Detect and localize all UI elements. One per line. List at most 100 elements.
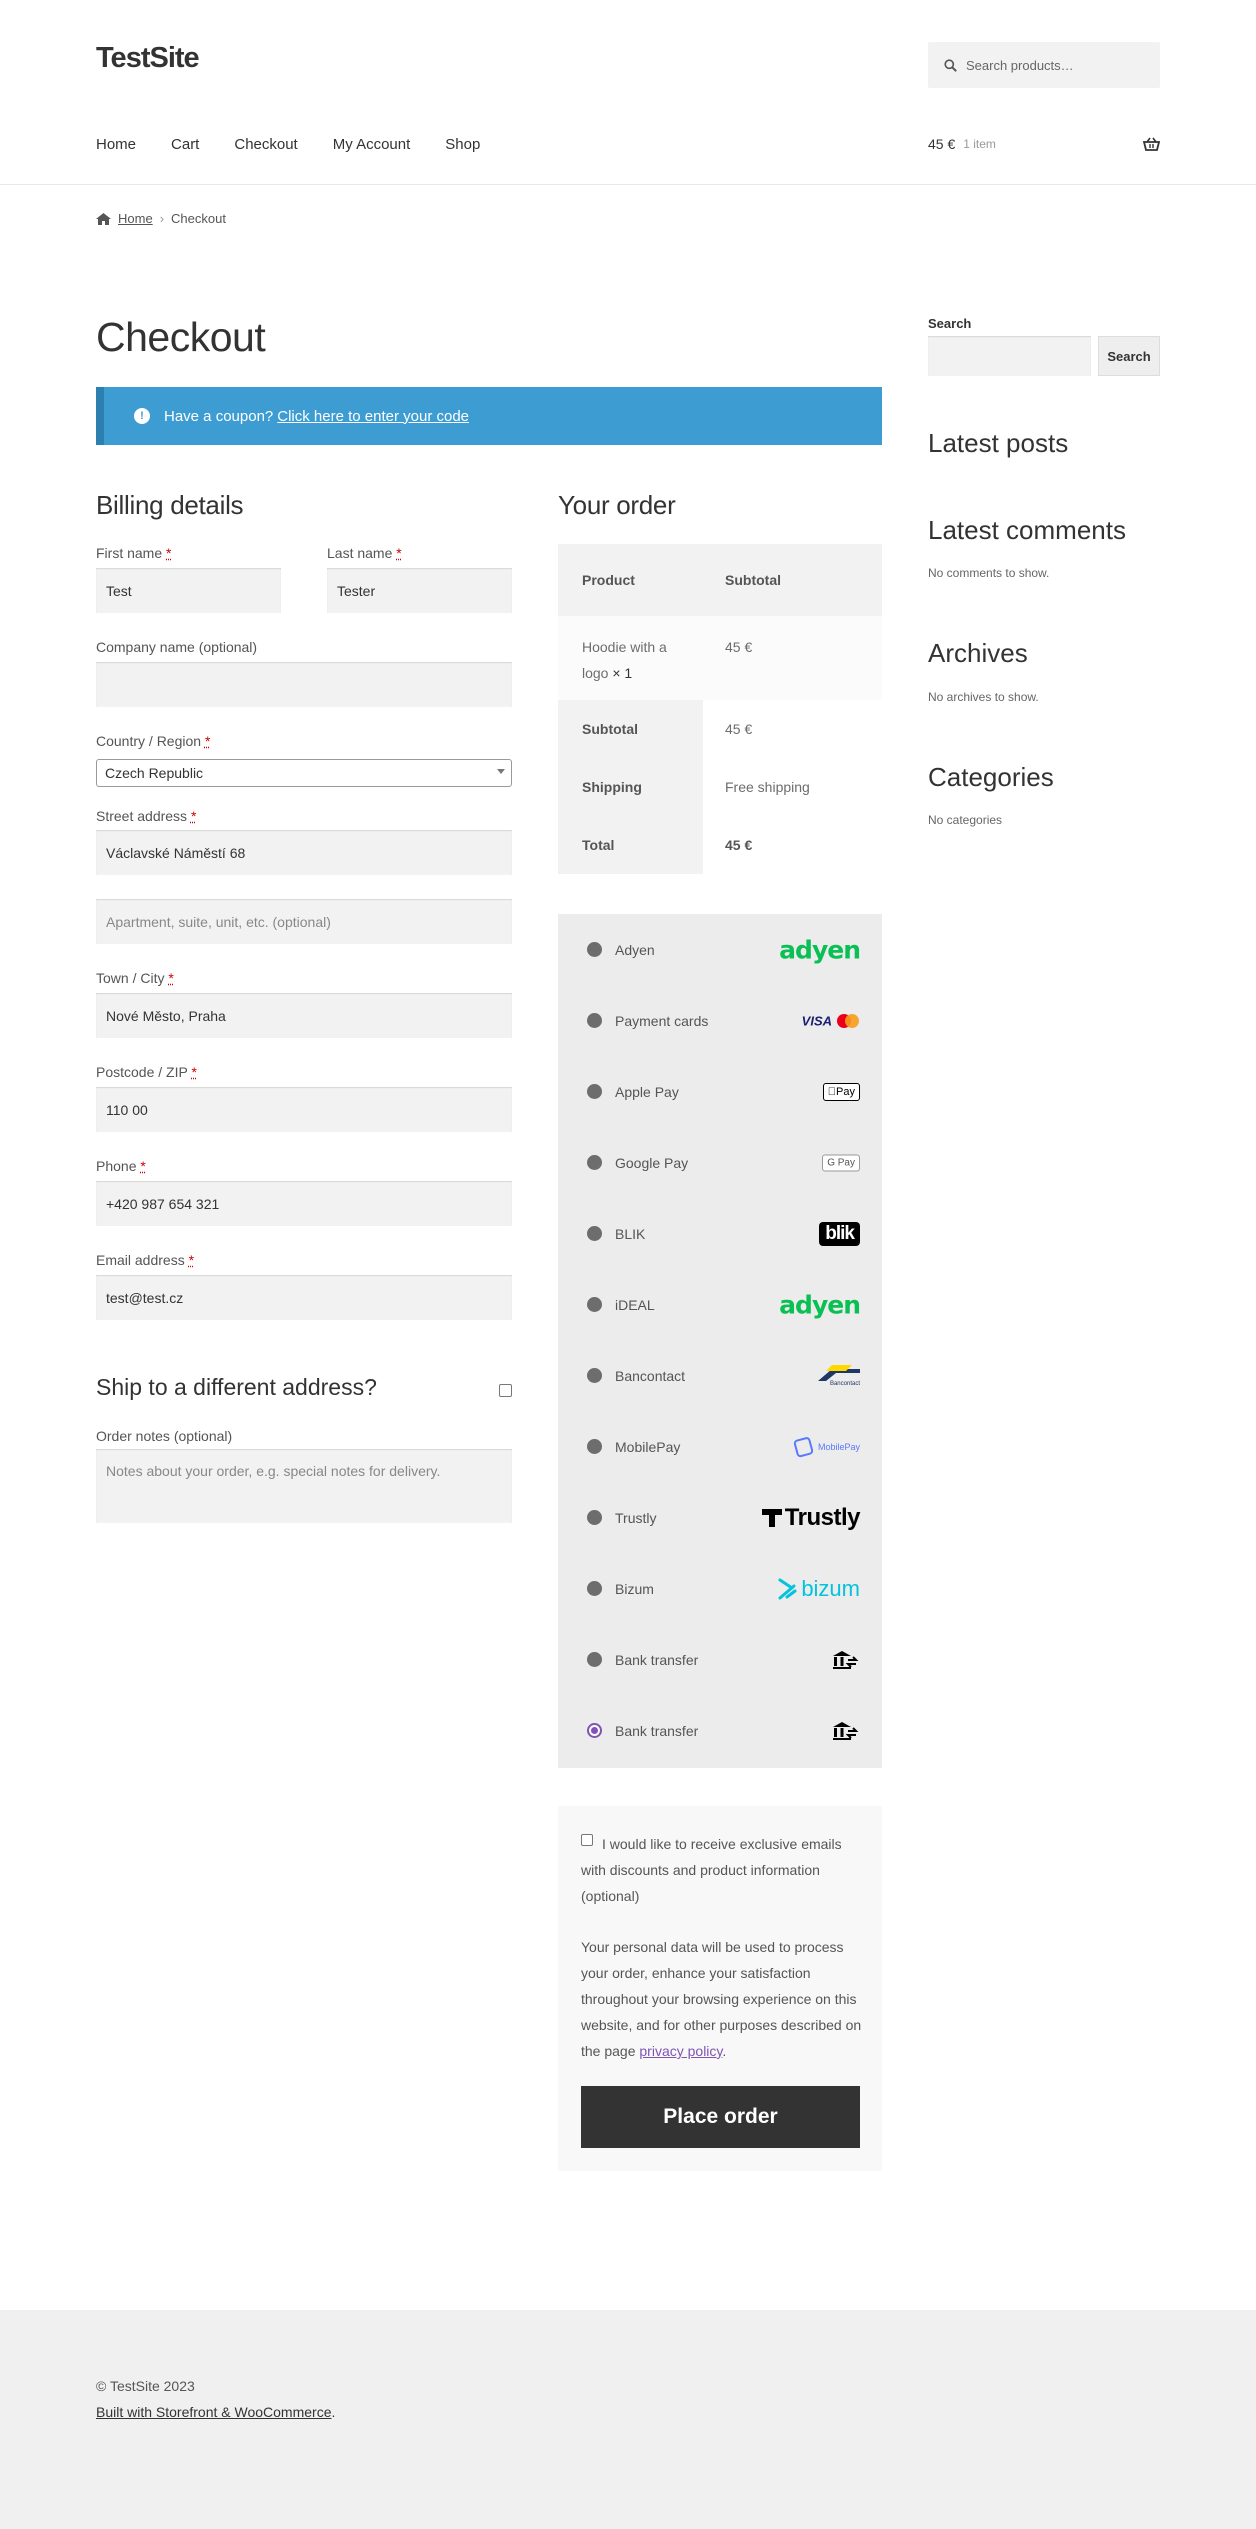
coupon-link[interactable]: Click here to enter your code xyxy=(277,408,469,425)
breadcrumb-home[interactable]: Home xyxy=(118,211,153,226)
radio[interactable] xyxy=(587,1084,602,1099)
privacy-text: Your personal data will be used to proce… xyxy=(581,1939,862,2059)
ship-different-checkbox[interactable] xyxy=(499,1384,512,1397)
postcode-field[interactable]: 110 00 xyxy=(96,1087,512,1132)
phone-label: Phone * xyxy=(96,1158,146,1174)
order-heading: Your order xyxy=(558,490,676,520)
basket-icon xyxy=(1143,137,1160,151)
radio[interactable] xyxy=(587,1155,602,1170)
radio[interactable] xyxy=(587,1439,602,1454)
sidebar-search-label: Search xyxy=(928,316,972,331)
payment-apple-pay[interactable]: Apple Pay Pay xyxy=(558,1056,882,1127)
info-icon: ! xyxy=(134,408,150,424)
latest-comments-heading: Latest comments xyxy=(928,515,1126,545)
categories-heading: Categories xyxy=(928,762,1054,792)
payment-trustly[interactable]: Trustly Trustly xyxy=(558,1482,882,1553)
city-label: Town / City * xyxy=(96,970,174,986)
site-title[interactable]: TestSite xyxy=(96,42,200,75)
no-comments-text: No comments to show. xyxy=(928,566,1050,580)
radio[interactable] xyxy=(587,1226,602,1241)
billing-heading: Billing details xyxy=(96,490,244,520)
breadcrumb-current: Checkout xyxy=(171,211,226,226)
payment-bank-transfer[interactable]: Bank transfer xyxy=(558,1624,882,1695)
payment-bank-transfer-selected[interactable]: Bank transfer xyxy=(558,1695,882,1766)
no-archives-text: No archives to show. xyxy=(928,690,1039,704)
google-pay-icon: G Pay xyxy=(822,1154,860,1171)
radio[interactable] xyxy=(587,1368,602,1383)
radio[interactable] xyxy=(587,1581,602,1596)
nav-item-home[interactable]: Home xyxy=(96,136,136,153)
table-row: Hoodie with a logo × 1 45 € xyxy=(558,616,882,700)
sidebar-search-input[interactable] xyxy=(928,336,1091,376)
nav-item-cart[interactable]: Cart xyxy=(171,136,199,153)
place-order-button[interactable]: Place order xyxy=(581,2086,860,2148)
page-title: Checkout xyxy=(96,314,266,360)
no-categories-text: No categories xyxy=(928,813,1003,827)
header-cart[interactable]: 45 € 1 item xyxy=(928,136,1160,152)
ship-different-heading: Ship to a different address? xyxy=(96,1374,377,1400)
nav-item-checkout[interactable]: Checkout xyxy=(234,136,297,153)
nav-item-shop[interactable]: Shop xyxy=(445,136,480,153)
privacy-policy-link[interactable]: privacy policy xyxy=(639,2043,722,2059)
product-search-input[interactable]: Search products… xyxy=(928,42,1160,88)
card-brands-icon: VISA xyxy=(802,1013,860,1028)
first-name-field[interactable]: Test xyxy=(96,568,281,613)
blik-icon: blik xyxy=(819,1221,860,1246)
company-field[interactable] xyxy=(96,662,512,707)
sidebar-search-button[interactable]: Search xyxy=(1098,336,1160,376)
header-divider xyxy=(0,184,1256,185)
order-notes-field[interactable]: Notes about your order, e.g. special not… xyxy=(96,1449,512,1523)
latest-posts-heading: Latest posts xyxy=(928,428,1069,458)
coupon-text: Have a coupon? xyxy=(164,407,274,425)
radio[interactable] xyxy=(587,1652,602,1667)
city-field[interactable]: Nové Město, Praha xyxy=(96,993,512,1038)
radio[interactable] xyxy=(587,942,602,957)
breadcrumb: Home › Checkout xyxy=(96,211,226,226)
coupon-notice: ! Have a coupon? Click here to enter you… xyxy=(96,387,882,445)
bank-icon xyxy=(832,1649,860,1671)
postcode-label: Postcode / ZIP * xyxy=(96,1064,197,1080)
cart-count: 1 item xyxy=(963,137,996,151)
item-name: Hoodie with a logo × 1 xyxy=(582,639,667,681)
country-select[interactable]: Czech Republic xyxy=(96,759,512,787)
trustly-icon: Trustly xyxy=(761,1504,861,1532)
apartment-field[interactable]: Apartment, suite, unit, etc. (optional) xyxy=(96,899,512,944)
payment-bancontact[interactable]: Bancontact Bancontact xyxy=(558,1340,882,1411)
street-field[interactable]: Václavské Náměstí 68 xyxy=(96,830,512,875)
street-label: Street address * xyxy=(96,808,197,824)
radio-selected[interactable] xyxy=(587,1723,602,1738)
payment-blik[interactable]: BLIK blik xyxy=(558,1198,882,1269)
cart-total: 45 € xyxy=(928,136,956,152)
footer-credit-link[interactable]: Built with Storefront & WooCommerce xyxy=(96,2404,332,2420)
payment-google-pay[interactable]: Google Pay G Pay xyxy=(558,1127,882,1198)
breadcrumb-separator: › xyxy=(159,211,165,226)
last-name-field[interactable]: Tester xyxy=(327,568,512,613)
radio[interactable] xyxy=(587,1013,602,1028)
email-label: Email address * xyxy=(96,1252,195,1268)
footer-credit: Built with Storefront & WooCommerce. xyxy=(96,2404,336,2420)
mobilepay-icon: MobilePay xyxy=(793,1436,860,1458)
newsletter-label: I would like to receive exclusive emails… xyxy=(581,1836,842,1904)
bank-icon xyxy=(832,1720,860,1742)
payment-cards[interactable]: Payment cards VISA xyxy=(558,985,882,1056)
payment-ideal[interactable]: iDEAL adyen xyxy=(558,1269,882,1340)
payment-methods: Adyen adyen Payment cards VISA Apple Pay… xyxy=(558,914,882,1768)
col-subtotal: Subtotal xyxy=(725,572,781,588)
col-product: Product xyxy=(582,572,635,588)
shipping-row: Shipping Free shipping xyxy=(558,758,882,816)
phone-field[interactable]: +420 987 654 321 xyxy=(96,1181,512,1226)
chevron-down-icon xyxy=(497,769,505,774)
radio[interactable] xyxy=(587,1297,602,1312)
bancontact-icon: Bancontact xyxy=(818,1364,860,1387)
radio[interactable] xyxy=(587,1510,602,1525)
payment-adyen[interactable]: Adyen adyen xyxy=(558,914,882,985)
country-label: Country / Region * xyxy=(96,733,211,749)
nav-item-my-account[interactable]: My Account xyxy=(333,136,411,153)
payment-bizum[interactable]: Bizum bizum xyxy=(558,1553,882,1624)
payment-mobilepay[interactable]: MobilePay MobilePay xyxy=(558,1411,882,1482)
email-field[interactable]: test@test.cz xyxy=(96,1275,512,1320)
search-icon xyxy=(944,58,957,72)
table-header: Product Subtotal xyxy=(558,544,882,616)
apple-pay-icon: Pay xyxy=(822,1082,860,1101)
company-label: Company name (optional) xyxy=(96,639,258,655)
